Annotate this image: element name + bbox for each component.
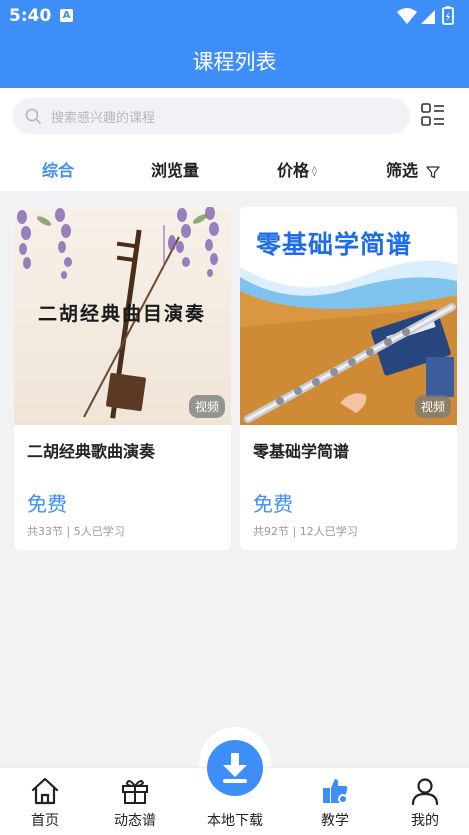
tab-label: 首页 xyxy=(31,813,59,829)
course-card[interactable]: 零基础学简谱 视频 零基础学简谱 免费 共92节 | 12人已学习 xyxy=(240,207,457,550)
status-bar: 5:40 A xyxy=(0,0,469,32)
search-icon xyxy=(25,108,41,124)
tab-dynamic-score[interactable]: 动态谱 xyxy=(90,768,180,835)
filter-icon xyxy=(425,165,440,178)
tab-label: 我的 xyxy=(411,813,439,829)
page-title: 课程列表 xyxy=(192,50,277,74)
video-badge: 视频 xyxy=(414,395,451,418)
course-card[interactable]: 二胡经典曲目演奏 视频 二胡经典歌曲演奏 免费 共33节 | 5人已学习 xyxy=(14,207,231,550)
status-time: 5:40 xyxy=(9,6,52,26)
home-icon xyxy=(31,777,59,805)
sort-tab-price[interactable]: 价格 ◊ xyxy=(277,157,317,181)
status-icons xyxy=(397,6,454,25)
sort-tab-label: 综合 xyxy=(42,161,75,180)
course-cover: 二胡经典曲目演奏 视频 xyxy=(14,207,231,425)
sort-tab-comprehensive[interactable]: 综合 xyxy=(42,157,74,181)
tab-teaching[interactable]: 教学 xyxy=(290,768,380,835)
list-view-icon[interactable] xyxy=(420,102,446,128)
tab-label: 本地下载 xyxy=(207,813,263,829)
user-icon xyxy=(411,778,439,806)
tab-home[interactable]: 首页 xyxy=(0,768,90,835)
tab-mine[interactable]: 我的 xyxy=(380,768,469,835)
course-price: 免费 xyxy=(27,492,67,516)
sort-tab-label: 价格 xyxy=(277,161,310,180)
course-meta: 共92节 | 12人已学习 xyxy=(253,525,358,538)
sort-bar: 综合 浏览量 价格 ◊ 筛选 xyxy=(0,144,469,191)
sort-tab-filter[interactable]: 筛选 xyxy=(386,157,440,181)
search-placeholder: 搜索感兴趣的课程 xyxy=(51,111,156,126)
search-input[interactable]: 搜索感兴趣的课程 xyxy=(12,98,410,134)
course-cover: 零基础学简谱 视频 xyxy=(240,207,457,425)
tab-label: 教学 xyxy=(321,813,349,829)
signal-icon xyxy=(421,10,435,24)
sort-arrow-icon: ◊ xyxy=(312,166,317,177)
sort-tab-label: 浏览量 xyxy=(151,161,200,180)
wifi-icon xyxy=(397,8,417,24)
sort-tab-views[interactable]: 浏览量 xyxy=(151,157,199,181)
course-price: 免费 xyxy=(253,492,293,516)
course-cover-title: 零基础学简谱 xyxy=(256,230,413,259)
tab-label: 动态谱 xyxy=(114,813,156,829)
gift-icon xyxy=(122,780,148,804)
download-button[interactable] xyxy=(207,740,263,796)
download-icon xyxy=(223,753,247,783)
course-meta: 共33节 | 5人已学习 xyxy=(27,525,125,538)
teaching-icon xyxy=(323,779,348,804)
sort-tab-label: 筛选 xyxy=(386,161,419,180)
app-header: 5:40 A 课程列表 xyxy=(0,0,469,88)
course-cover-title: 二胡经典曲目演奏 xyxy=(38,303,207,325)
video-badge: 视频 xyxy=(188,395,225,418)
search-row: 搜索感兴趣的课程 xyxy=(0,88,469,144)
notification-icon: A xyxy=(60,9,73,22)
course-title: 零基础学简谱 xyxy=(253,442,350,461)
course-title: 二胡经典歌曲演奏 xyxy=(27,442,156,461)
